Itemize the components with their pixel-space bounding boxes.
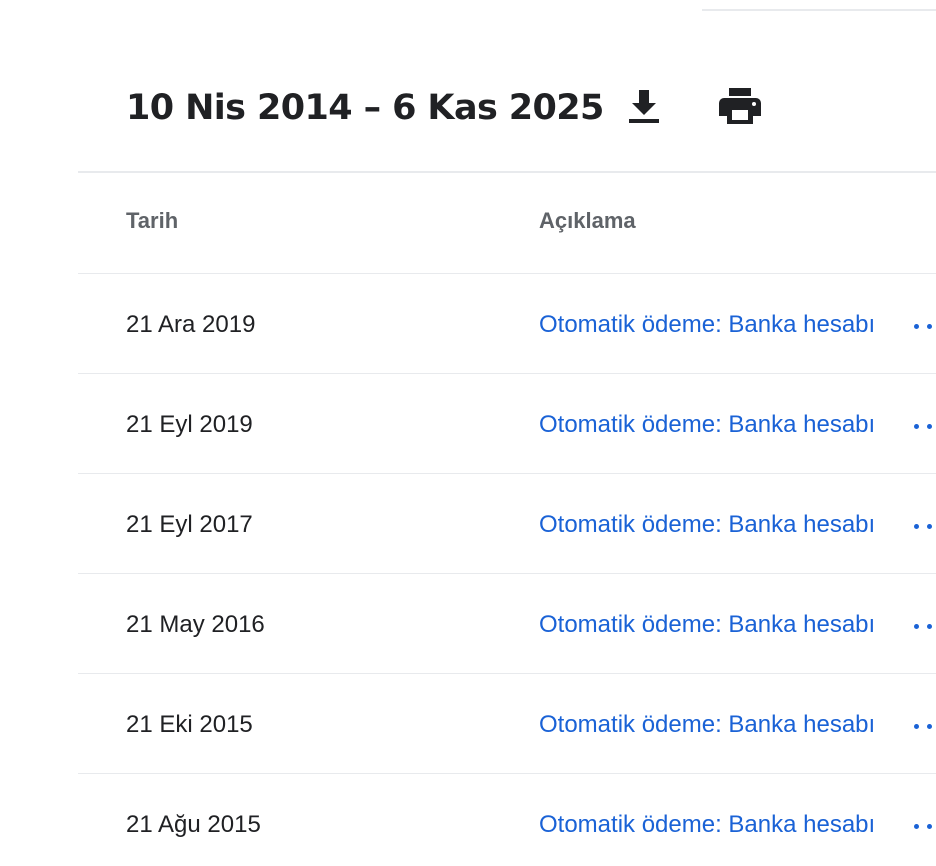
row-description-link[interactable]: Otomatik ödeme: Banka hesabı	[539, 611, 875, 639]
row-date: 21 Eyl 2019	[126, 411, 253, 438]
row-description-link[interactable]: Otomatik ödeme: Banka hesabı	[539, 711, 875, 739]
transactions-page: 10 Nis 2014 – 6 Kas 2025 Tarih Açıklama …	[0, 0, 936, 866]
row-date: 21 Eki 2015	[126, 711, 253, 738]
row-date: 21 May 2016	[126, 611, 265, 638]
table-row: 21 Eyl 2017 Otomatik ödeme: Banka hesabı	[78, 473, 936, 573]
header: 10 Nis 2014 – 6 Kas 2025	[126, 80, 604, 136]
date-range-title: 10 Nis 2014 – 6 Kas 2025	[126, 88, 604, 128]
row-date: 21 Eyl 2017	[126, 511, 253, 538]
more-icon[interactable]	[910, 712, 936, 740]
transactions-table: 21 Ara 2019 Otomatik ödeme: Banka hesabı…	[78, 273, 936, 866]
more-icon[interactable]	[910, 412, 936, 440]
header-divider	[78, 171, 936, 173]
print-icon	[719, 88, 761, 124]
column-header-date: Tarih	[126, 208, 179, 233]
more-icon[interactable]	[910, 612, 936, 640]
row-description-link[interactable]: Otomatik ödeme: Banka hesabı	[539, 811, 875, 839]
row-description-link[interactable]: Otomatik ödeme: Banka hesabı	[539, 511, 875, 539]
print-button[interactable]	[716, 82, 764, 130]
more-icon[interactable]	[910, 812, 936, 840]
row-date: 21 Ağu 2015	[126, 811, 261, 838]
table-row: 21 May 2016 Otomatik ödeme: Banka hesabı	[78, 573, 936, 673]
table-row: 21 Eki 2015 Otomatik ödeme: Banka hesabı	[78, 673, 936, 773]
more-icon[interactable]	[910, 512, 936, 540]
top-divider	[702, 9, 936, 11]
row-date: 21 Ara 2019	[126, 311, 256, 338]
more-icon[interactable]	[910, 312, 936, 340]
table-row: 21 Eyl 2019 Otomatik ödeme: Banka hesabı	[78, 373, 936, 473]
row-description-link[interactable]: Otomatik ödeme: Banka hesabı	[539, 311, 875, 339]
table-row: 21 Ara 2019 Otomatik ödeme: Banka hesabı	[78, 273, 936, 373]
table-row: 21 Ağu 2015 Otomatik ödeme: Banka hesabı	[78, 773, 936, 866]
row-description-link[interactable]: Otomatik ödeme: Banka hesabı	[539, 411, 875, 439]
download-icon	[629, 90, 659, 123]
column-header-description: Açıklama	[539, 208, 636, 233]
download-button[interactable]	[620, 82, 668, 130]
